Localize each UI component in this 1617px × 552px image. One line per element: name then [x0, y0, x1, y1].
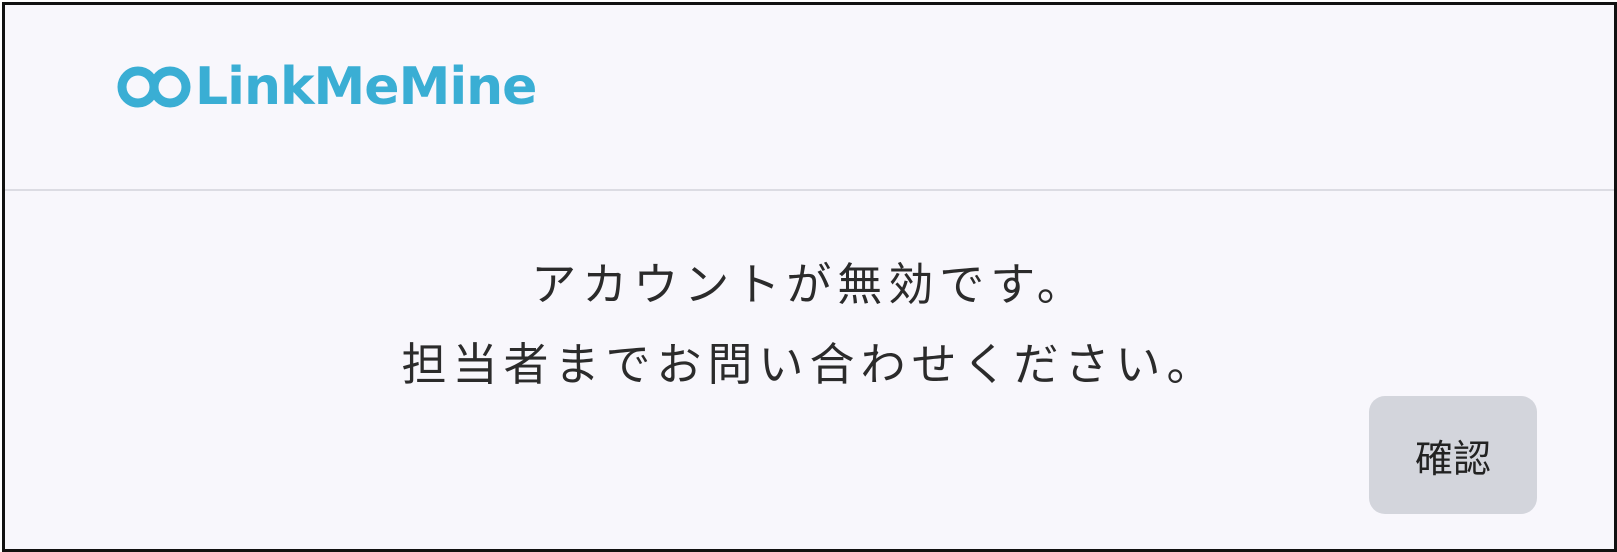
logo-text: LinkMeMine	[195, 57, 537, 117]
confirm-button[interactable]: 確認	[1369, 396, 1537, 514]
message-line-1: アカウントが無効です。	[531, 258, 1088, 311]
dialog-header: LinkMeMine	[5, 5, 1614, 191]
account-disabled-dialog: LinkMeMine アカウントが無効です。 担当者までお問い合わせください。 …	[2, 2, 1617, 552]
error-message: アカウントが無効です。 担当者までお問い合わせください。	[5, 245, 1614, 405]
infinity-logo-icon	[117, 66, 191, 108]
message-line-2: 担当者までお問い合わせください。	[401, 338, 1218, 391]
linkmemine-logo: LinkMeMine	[115, 57, 537, 117]
